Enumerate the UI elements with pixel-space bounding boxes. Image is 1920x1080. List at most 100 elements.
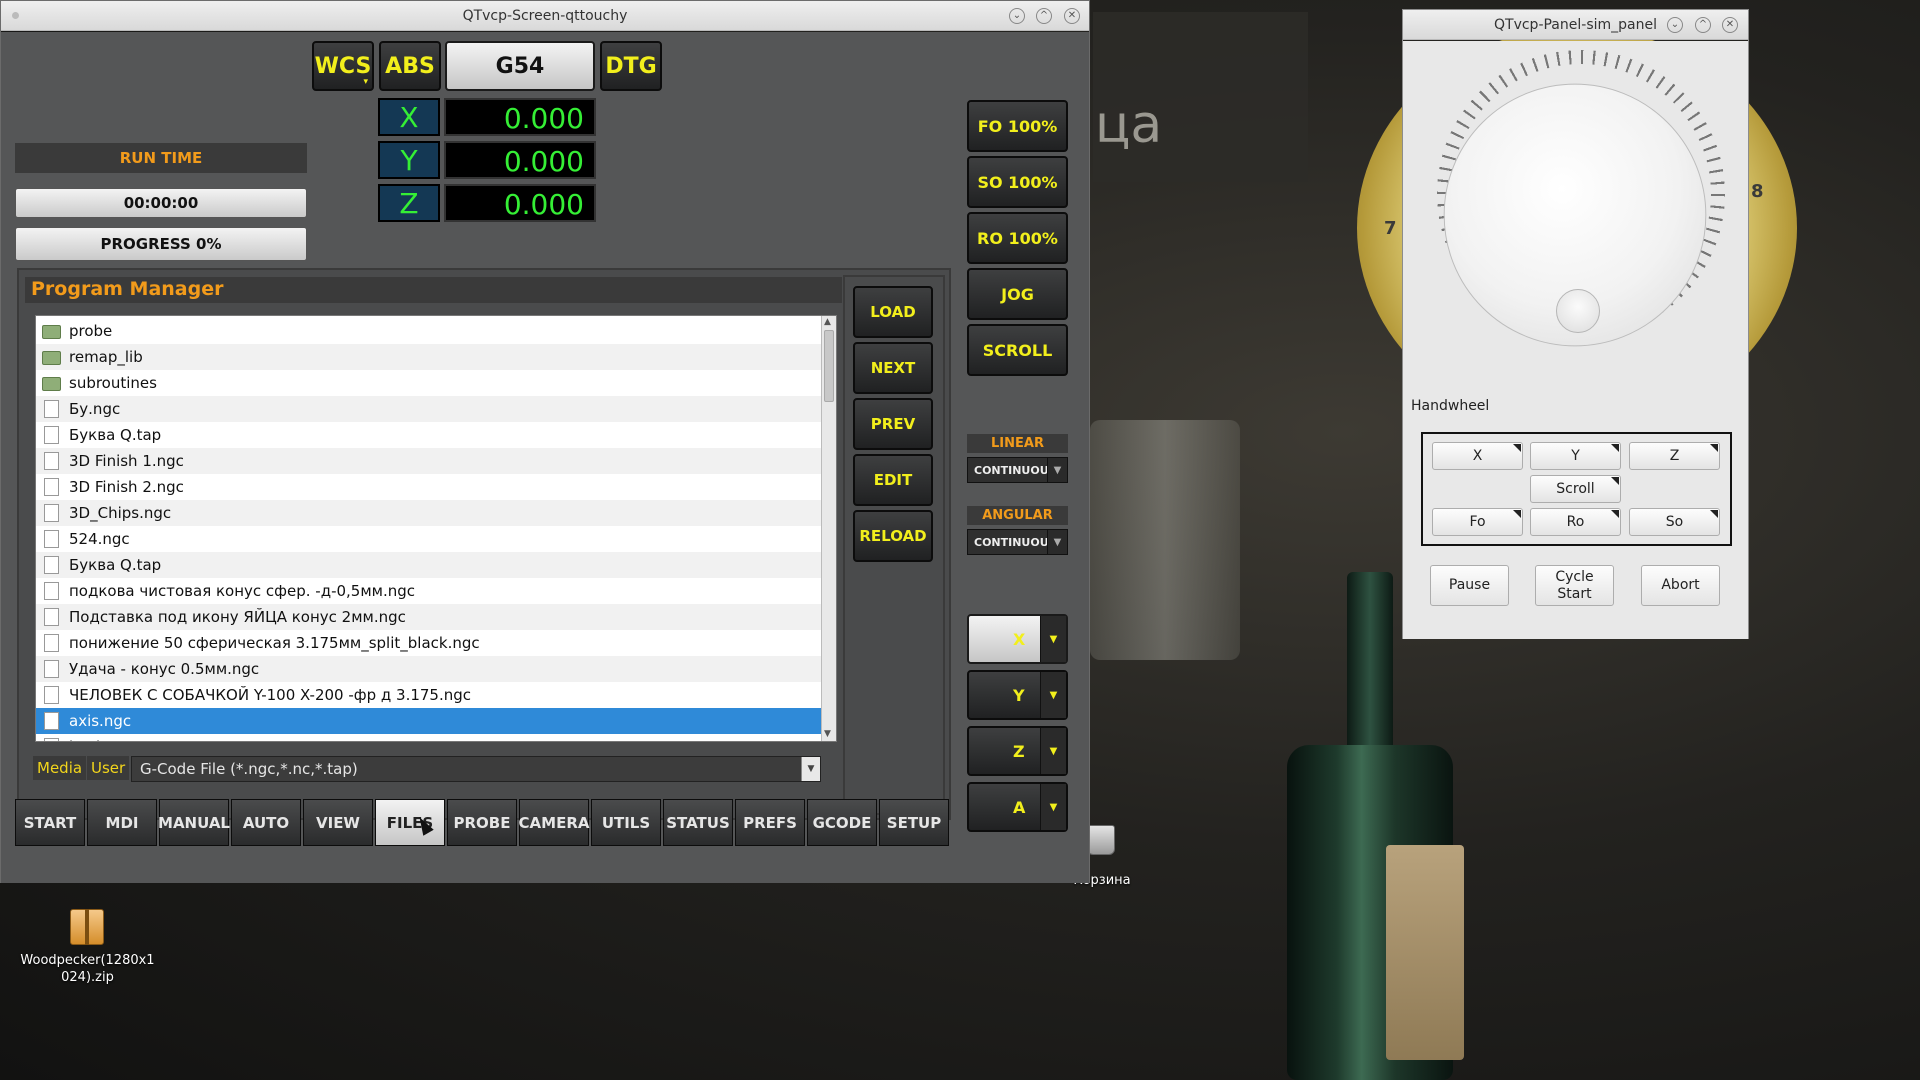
chevron-down-icon[interactable]: ▼ bbox=[1047, 458, 1067, 482]
scroll-down-icon[interactable]: ▼ bbox=[824, 729, 831, 739]
reload-button[interactable]: RELOAD bbox=[853, 510, 933, 562]
main-window-titlebar[interactable]: QTvcp-Screen-qttouchy bbox=[1, 1, 1089, 31]
tab-status[interactable]: STATUS bbox=[663, 799, 733, 846]
dro-value-x: 0.000 bbox=[444, 98, 596, 136]
file-list-item[interactable]: Бу.ngc bbox=[36, 396, 821, 422]
file-list-item[interactable]: подкова чистовая конус сфер. -д-0,5мм.ng… bbox=[36, 578, 821, 604]
feed-override-button[interactable]: FO 100% bbox=[967, 100, 1068, 152]
sim-axis-y-button[interactable]: Y bbox=[1530, 442, 1621, 470]
dro-axis-x[interactable]: X bbox=[378, 98, 440, 136]
dtg-button[interactable]: DTG bbox=[600, 41, 662, 91]
linear-increment-value: CONTINUOUS bbox=[974, 463, 1057, 477]
jog-button[interactable]: JOG bbox=[967, 268, 1068, 320]
dro-axis-y[interactable]: Y bbox=[378, 141, 440, 179]
handwheel-grip[interactable] bbox=[1556, 289, 1600, 333]
wcs-button[interactable]: WCS ▾ bbox=[312, 41, 374, 91]
main-window-title: QTvcp-Screen-qttouchy bbox=[462, 8, 628, 24]
tab-gcode[interactable]: GCODE bbox=[807, 799, 877, 846]
file-icon bbox=[44, 478, 59, 496]
cycle-start-button[interactable]: Cycle Start bbox=[1535, 565, 1614, 606]
sim-scroll-button[interactable]: Scroll bbox=[1530, 475, 1621, 503]
maximize-icon[interactable]: ^ bbox=[1036, 8, 1052, 24]
file-list-item[interactable]: понижение 50 сферическая 3.175мм_split_b… bbox=[36, 630, 821, 656]
file-name: Буква Q.tap bbox=[69, 556, 162, 574]
sim-fo-button[interactable]: Fo bbox=[1432, 508, 1523, 536]
minimize-icon[interactable]: ⌄ bbox=[1009, 8, 1025, 24]
next-button[interactable]: NEXT bbox=[853, 342, 933, 394]
tab-files[interactable]: FILES bbox=[375, 799, 445, 846]
file-list-item[interactable]: Буква Q.tap bbox=[36, 552, 821, 578]
file-list[interactable]: probe remap_lib subroutines Бу.ngc Буква Q… bbox=[35, 315, 837, 742]
file-rows: probe remap_lib subroutines Бу.ngc Буква Q… bbox=[36, 318, 821, 741]
spindle-override-button[interactable]: SO 100% bbox=[967, 156, 1068, 208]
chevron-down-icon[interactable]: ▼ bbox=[1040, 672, 1066, 718]
tab-auto[interactable]: AUTO bbox=[231, 799, 301, 846]
minimize-icon[interactable]: ⌄ bbox=[1667, 17, 1683, 33]
tab-view[interactable]: VIEW bbox=[303, 799, 373, 846]
scroll-button[interactable]: SCROLL bbox=[967, 324, 1068, 376]
file-list-item[interactable]: remap_lib bbox=[36, 344, 821, 370]
trash-icon[interactable] bbox=[1087, 825, 1115, 855]
abs-button[interactable]: ABS bbox=[379, 41, 441, 91]
chevron-down-icon[interactable]: ▼ bbox=[1040, 728, 1066, 774]
tab-camera[interactable]: CAMERA bbox=[519, 799, 589, 846]
file-list-item[interactable]: subroutines bbox=[36, 370, 821, 396]
file-filter-select[interactable]: G-Code File (*.ngc,*.nc,*.tap) bbox=[131, 756, 821, 782]
g54-button[interactable]: G54 bbox=[445, 41, 595, 91]
cycle-start-line2: Start bbox=[1557, 585, 1592, 602]
chevron-down-icon[interactable]: ▼ bbox=[1040, 784, 1066, 830]
scroll-thumb[interactable] bbox=[824, 330, 834, 402]
tab-setup[interactable]: SETUP bbox=[879, 799, 949, 846]
tab-utils[interactable]: UTILS bbox=[591, 799, 661, 846]
chevron-down-icon[interactable]: ▼ bbox=[1047, 530, 1067, 554]
zip-label-line1: Woodpecker(1280x1 bbox=[20, 953, 155, 968]
file-list-item[interactable]: Буква Q.tap bbox=[36, 422, 821, 448]
handwheel-label: Handwheel bbox=[1411, 398, 1490, 414]
file-icon bbox=[44, 400, 59, 418]
chevron-down-icon[interactable]: ▼ bbox=[801, 757, 820, 781]
file-icon bbox=[44, 712, 59, 730]
file-list-item[interactable]: 3D Finish 2.ngc bbox=[36, 474, 821, 500]
file-list-item[interactable]: Подставка под икону ЯЙЦА конус 2мм.ngc bbox=[36, 604, 821, 630]
file-name: axis.ngc bbox=[69, 712, 132, 730]
file-list-item[interactable]: back.ngc bbox=[36, 734, 821, 741]
file-list-item[interactable]: ЧЕЛОВЕК С СОБАЧКОЙ Y-100 X-200 -фр д 3.1… bbox=[36, 682, 821, 708]
file-list-item[interactable]: axis.ngc bbox=[36, 708, 821, 734]
file-list-item[interactable]: 3D Finish 1.ngc bbox=[36, 448, 821, 474]
abort-button[interactable]: Abort bbox=[1641, 565, 1720, 606]
sim-ro-button[interactable]: Ro bbox=[1530, 508, 1621, 536]
scroll-up-icon[interactable]: ▲ bbox=[824, 317, 831, 327]
file-list-item[interactable]: 3D_Chips.ngc bbox=[36, 500, 821, 526]
media-button[interactable]: Media bbox=[33, 756, 87, 780]
pause-button[interactable]: Pause bbox=[1430, 565, 1509, 606]
tab-mdi[interactable]: MDI bbox=[87, 799, 157, 846]
dro-axis-z[interactable]: Z bbox=[378, 184, 440, 222]
chevron-down-icon[interactable]: ▼ bbox=[1040, 616, 1066, 662]
file-list-item[interactable]: 524.ngc bbox=[36, 526, 821, 552]
sim-axis-x-button[interactable]: X bbox=[1432, 442, 1523, 470]
tab-probe[interactable]: PROBE bbox=[447, 799, 517, 846]
user-button[interactable]: User bbox=[87, 756, 130, 780]
file-list-scrollbar[interactable]: ▲ ▼ bbox=[821, 316, 836, 741]
edit-button[interactable]: EDIT bbox=[853, 454, 933, 506]
sim-axis-z-button[interactable]: Z bbox=[1629, 442, 1720, 470]
sim-panel-body: Handwheel X Y Z Scroll Fo Ro So Pause Cy… bbox=[1403, 41, 1748, 639]
run-time-value: 00:00:00 bbox=[15, 188, 307, 218]
sim-so-button[interactable]: So bbox=[1629, 508, 1720, 536]
file-list-item[interactable]: Удача - конус 0.5мм.ngc bbox=[36, 656, 821, 682]
maximize-icon[interactable]: ^ bbox=[1695, 17, 1711, 33]
file-name: Бу.ngc bbox=[69, 400, 121, 418]
load-button[interactable]: LOAD bbox=[853, 286, 933, 338]
file-icon bbox=[44, 530, 59, 548]
file-icon bbox=[44, 634, 59, 652]
file-list-item[interactable]: probe bbox=[36, 318, 821, 344]
close-icon[interactable]: ✕ bbox=[1064, 8, 1080, 24]
rapid-override-button[interactable]: RO 100% bbox=[967, 212, 1068, 264]
prev-button[interactable]: PREV bbox=[853, 398, 933, 450]
close-icon[interactable]: ✕ bbox=[1722, 17, 1738, 33]
tab-manual[interactable]: MANUAL bbox=[158, 799, 230, 846]
file-icon bbox=[44, 556, 59, 574]
tab-prefs[interactable]: PREFS bbox=[735, 799, 805, 846]
zip-archive-label[interactable]: Woodpecker(1280x1 024).zip bbox=[10, 952, 165, 986]
tab-start[interactable]: START bbox=[15, 799, 85, 846]
